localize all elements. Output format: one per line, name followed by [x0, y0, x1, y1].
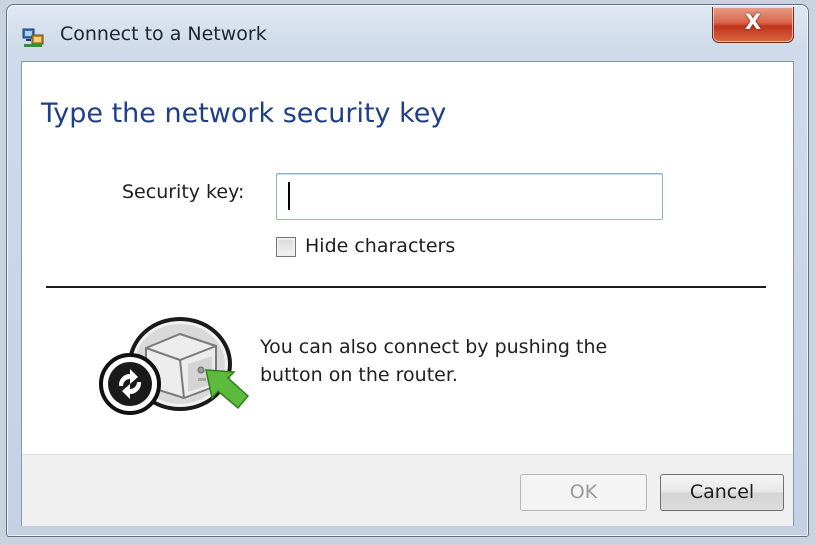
- security-key-label: Security key:: [122, 181, 245, 203]
- dialog-heading: Type the network security key: [41, 98, 447, 129]
- title-bar[interactable]: Connect to a Network X: [7, 5, 808, 61]
- close-icon: X: [744, 10, 762, 34]
- text-caret: [288, 182, 290, 210]
- router-wps-button-icon: [88, 312, 258, 417]
- cancel-button[interactable]: Cancel: [660, 474, 784, 511]
- security-key-input[interactable]: [276, 173, 663, 220]
- network-connect-icon: [21, 25, 45, 49]
- window-title: Connect to a Network: [60, 23, 267, 45]
- wps-instruction-line-1: You can also connect by pushing the: [260, 336, 608, 358]
- wps-instruction-text: You can also connect by pushing the butt…: [260, 333, 680, 389]
- dialog-content: Type the network security key Security k…: [21, 61, 794, 526]
- hide-characters-checkbox[interactable]: [276, 237, 296, 257]
- close-button[interactable]: X: [712, 7, 794, 43]
- connect-network-dialog: Connect to a Network X Type the network …: [6, 4, 809, 537]
- hide-characters-label[interactable]: Hide characters: [305, 235, 455, 257]
- wps-instruction-line-2: button on the router.: [260, 364, 458, 386]
- section-divider: [46, 286, 766, 288]
- ok-button[interactable]: OK: [520, 474, 647, 511]
- dialog-footer: OK Cancel: [22, 454, 793, 526]
